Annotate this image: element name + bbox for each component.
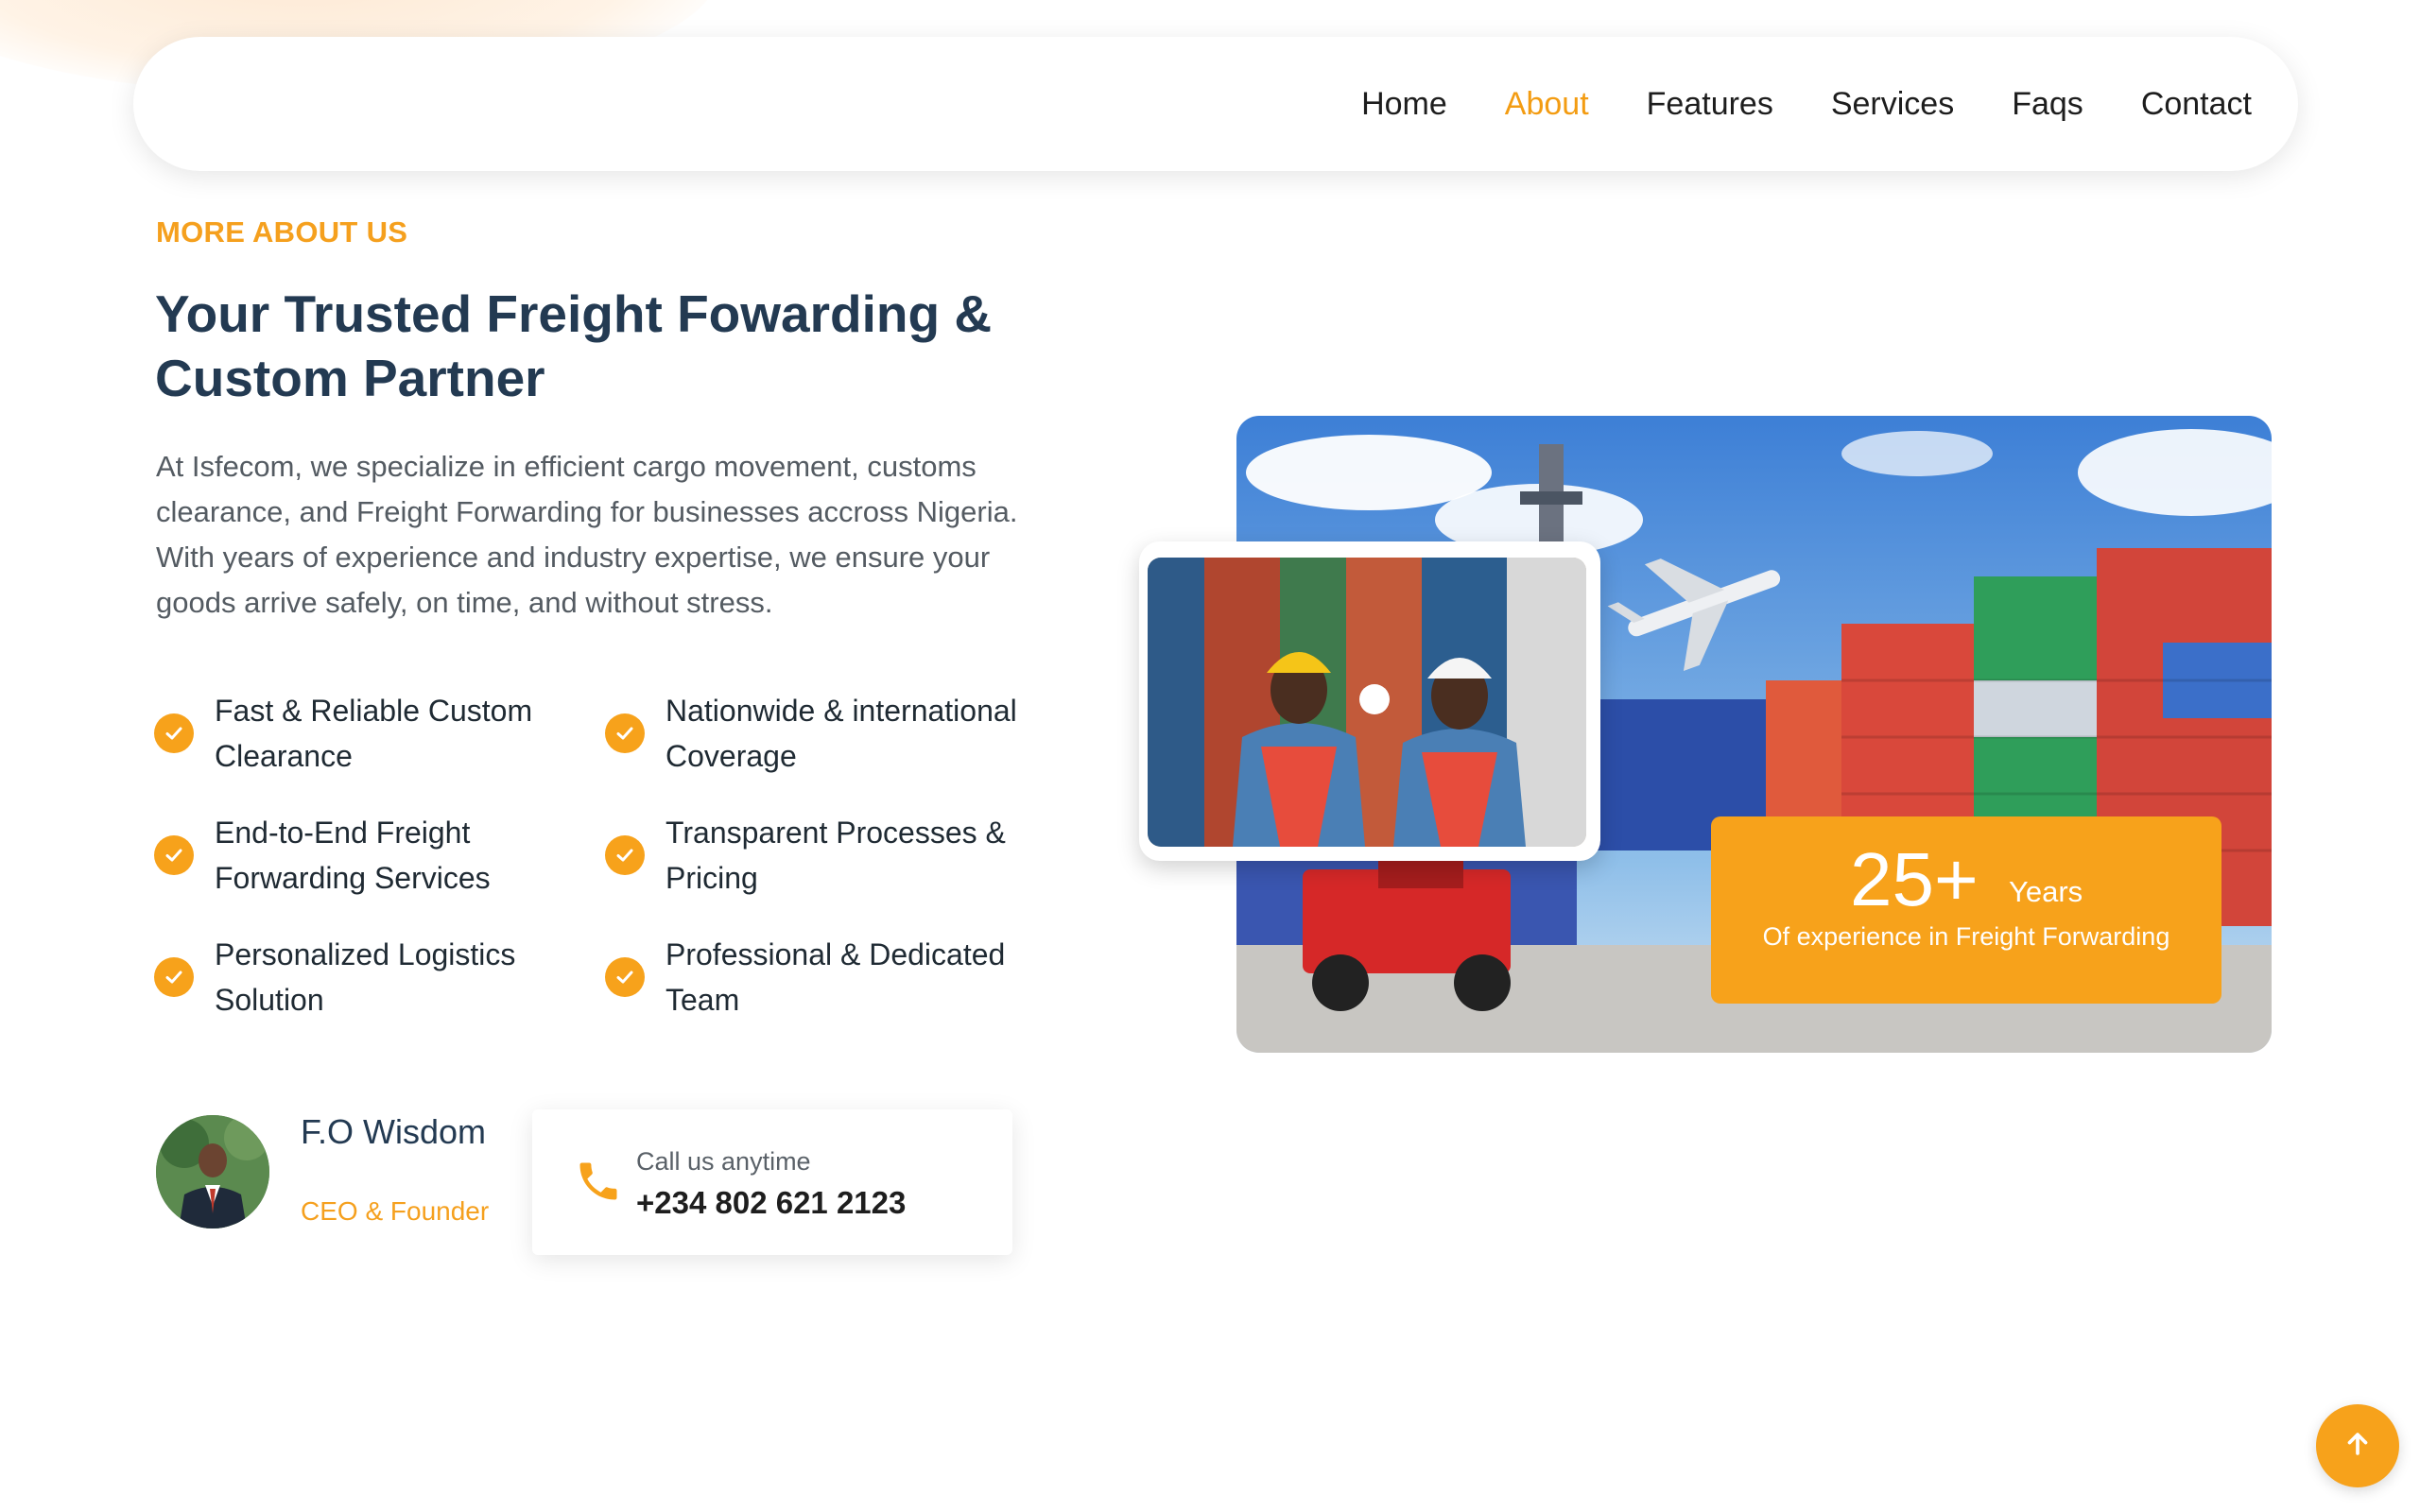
nav-contact[interactable]: Contact — [2141, 86, 2252, 123]
founder-name: F.O Wisdom — [301, 1112, 487, 1151]
check-circle-icon — [605, 956, 645, 997]
nav-services[interactable]: Services — [1831, 86, 1954, 123]
founder-role: CEO & Founder — [301, 1196, 490, 1226]
feature-label: Personalized Logistics Solution — [215, 936, 516, 1017]
nav-features[interactable]: Features — [1647, 86, 1773, 123]
feature-item: Fast & Reliable Custom Clearance — [154, 687, 605, 779]
call-number[interactable]: +234 802 621 2123 — [636, 1185, 906, 1221]
feature-label: Transparent Processes & Pricing — [666, 815, 1006, 895]
nav-faqs[interactable]: Faqs — [2012, 86, 2083, 123]
feature-label: End-to-End Freight Forwarding Services — [215, 815, 491, 895]
founder-avatar — [156, 1115, 269, 1228]
experience-badge: 25+ Years Of experience in Freight Forwa… — [1711, 816, 2221, 1004]
section-headline: Your Trusted Freight Fowarding & Custom … — [155, 284, 993, 407]
phone-icon — [574, 1157, 623, 1206]
feature-item: Transparent Processes & Pricing — [605, 809, 1040, 901]
call-label: Call us anytime — [636, 1147, 811, 1176]
feature-item: Nationwide & international Coverage — [605, 687, 1040, 779]
nav-about[interactable]: About — [1505, 86, 1589, 123]
check-circle-icon — [605, 834, 645, 875]
feature-item: Personalized Logistics Solution — [154, 931, 605, 1022]
experience-unit: Years — [2009, 875, 2083, 908]
check-circle-icon — [154, 956, 194, 997]
call-card[interactable]: Call us anytime +234 802 621 2123 — [532, 1109, 1012, 1255]
feature-label: Fast & Reliable Custom Clearance — [215, 693, 533, 773]
workers-image — [1148, 558, 1586, 847]
inset-photo-frame — [1139, 541, 1600, 861]
feature-label: Nationwide & international Coverage — [666, 693, 1017, 773]
check-circle-icon — [154, 713, 194, 753]
feature-item: End-to-End Freight Forwarding Services — [154, 809, 605, 901]
experience-caption: Of experience in Freight Forwarding — [1762, 922, 2170, 951]
section-intro: At Isfecom, we specialize in efficient c… — [156, 450, 1018, 619]
nav-menu: Home About Features Services Faqs Contac… — [1361, 37, 2252, 171]
check-circle-icon — [605, 713, 645, 753]
arrow-up-icon — [2342, 1428, 2374, 1465]
nav-home[interactable]: Home — [1361, 86, 1447, 123]
top-navbar: Home About Features Services Faqs Contac… — [133, 37, 2298, 171]
feature-item: Professional & Dedicated Team — [605, 931, 1040, 1022]
scroll-to-top-button[interactable] — [2316, 1404, 2399, 1487]
check-circle-icon — [154, 834, 194, 875]
feature-list: Fast & Reliable Custom Clearance Nationw… — [154, 687, 1043, 1022]
feature-label: Professional & Dedicated Team — [666, 936, 1006, 1017]
experience-number: 25+ — [1850, 837, 1979, 921]
section-eyebrow: MORE ABOUT US — [156, 215, 408, 249]
